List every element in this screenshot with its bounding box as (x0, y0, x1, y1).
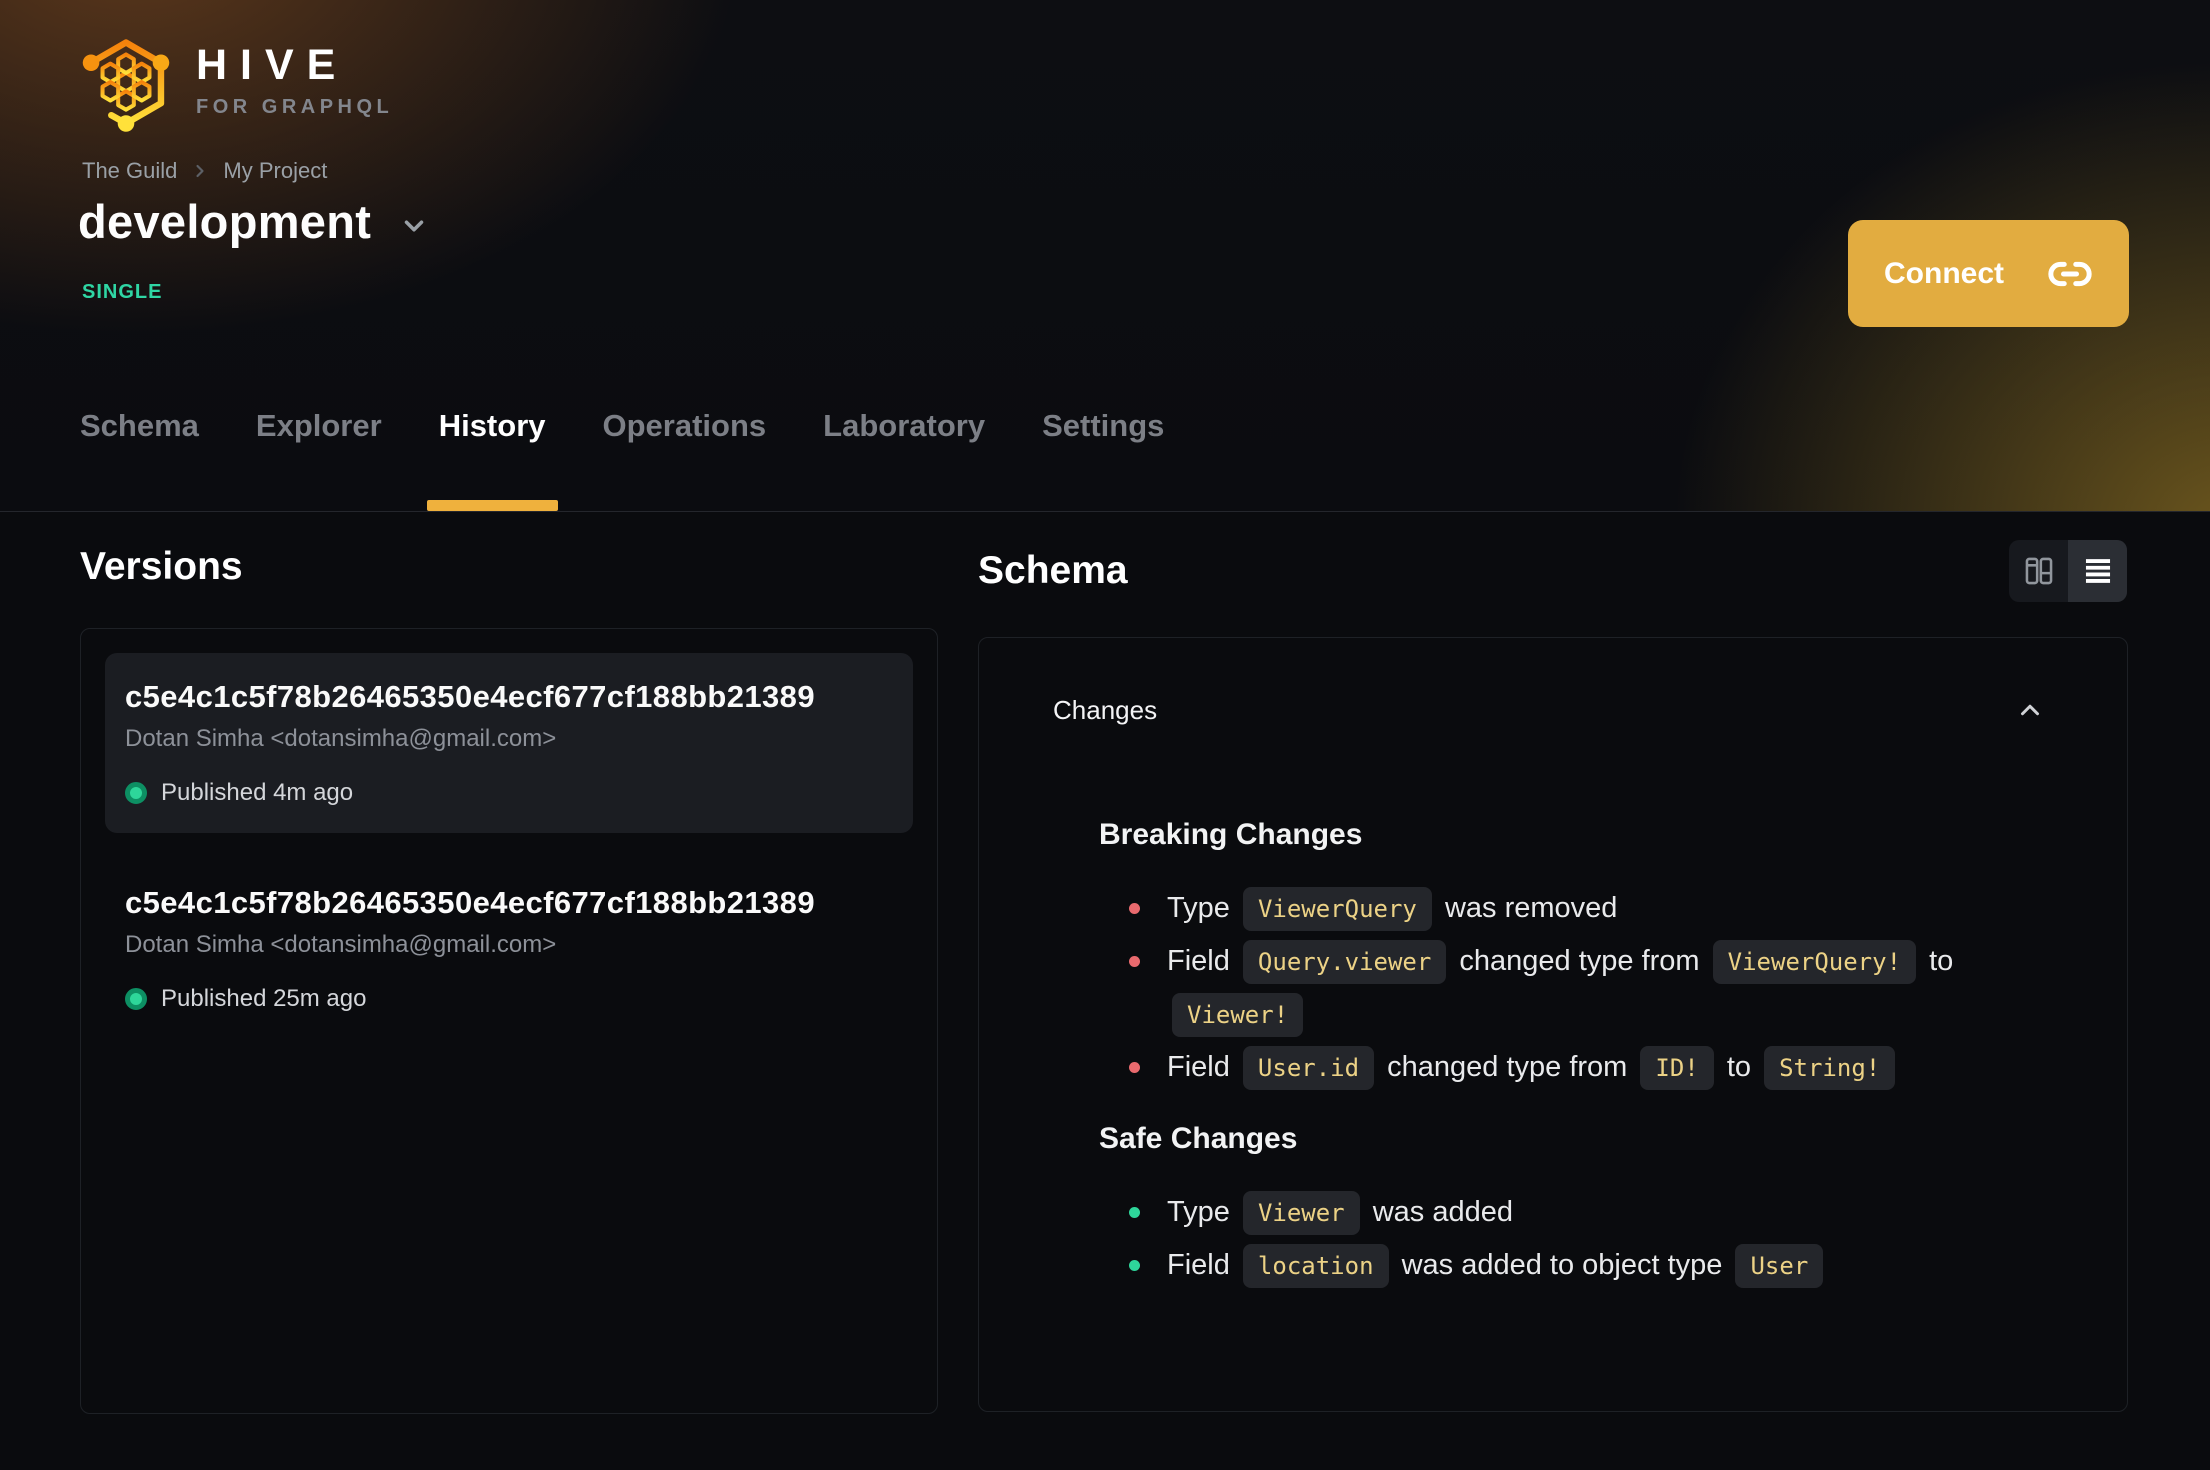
version-status: Published 4m ago (125, 779, 893, 807)
hive-logo[interactable]: HIVE FOR GRAPHQL (80, 34, 393, 132)
target-mode-badge: SINGLE (82, 281, 163, 303)
chevron-right-icon (190, 161, 210, 181)
code-chip: User.id (1242, 1046, 1375, 1090)
breaking-changes-title: Breaking Changes (1099, 818, 1363, 851)
safe-changes-group: Safe Changes Type Viewer was added Field … (1099, 1118, 2057, 1292)
code-chip: ID! (1640, 1046, 1714, 1090)
version-author: Dotan Simha <dotansimha@gmail.com> (125, 931, 557, 958)
tab-operations[interactable]: Operations (603, 408, 767, 511)
published-text: Published 4m ago (161, 779, 354, 806)
change-item: Field location was added to object type … (1127, 1239, 2007, 1292)
tab-settings[interactable]: Settings (1042, 408, 1164, 511)
versions-list: c5e4c1c5f78b26465350e4ecf677cf188bb21389… (105, 653, 913, 1039)
tab-history[interactable]: History (426, 408, 558, 511)
tabs: Schema Explorer History Operations Laborator… (80, 408, 1164, 511)
breadcrumb-project[interactable]: My Project (223, 158, 327, 184)
change-list: Type ViewerQuery was removed Field Query… (1127, 882, 2007, 1094)
target-selector[interactable]: development (78, 194, 429, 249)
changes-label: Changes (1053, 695, 1158, 725)
published-dot-icon (125, 782, 147, 804)
version-card[interactable]: c5e4c1c5f78b26465350e4ecf677cf188bb21389… (105, 859, 913, 1039)
published-dot-icon (125, 988, 147, 1010)
connect-label: Connect (1884, 256, 2004, 290)
code-chip: Viewer! (1172, 993, 1304, 1037)
version-hash: c5e4c1c5f78b26465350e4ecf677cf188bb21389 (125, 885, 815, 920)
change-item: Field Query.viewer changed type from Vie… (1127, 935, 2007, 1041)
change-item: Type ViewerQuery was removed (1127, 882, 2007, 935)
code-chip: ViewerQuery! (1712, 940, 1917, 984)
main-content: Versions Schema c5e4c1c5f78b26465350e4ec… (0, 513, 2210, 1470)
chevron-up-icon[interactable] (2015, 695, 2045, 725)
breadcrumb: The Guild My Project (82, 158, 327, 184)
version-card[interactable]: c5e4c1c5f78b26465350e4ecf677cf188bb21389… (105, 653, 913, 833)
code-chip: String! (1764, 1046, 1896, 1090)
versions-title: Versions (80, 545, 243, 588)
hive-logo-icon (82, 39, 170, 132)
breadcrumb-org[interactable]: The Guild (82, 158, 177, 184)
breaking-changes-group: Breaking Changes Type ViewerQuery was rem… (1099, 814, 2057, 1094)
list-icon (2081, 554, 2115, 588)
changes-collapsible-header[interactable]: Changes (979, 638, 2127, 728)
chevron-down-icon (399, 211, 429, 241)
code-chip: ViewerQuery (1242, 887, 1432, 931)
code-chip: location (1242, 1244, 1389, 1288)
list-view-button[interactable] (2068, 540, 2127, 602)
version-hash: c5e4c1c5f78b26465350e4ecf677cf188bb21389 (125, 679, 815, 714)
connect-button[interactable]: Connect (1848, 220, 2129, 327)
changes-body: Breaking Changes Type ViewerQuery was rem… (979, 814, 2127, 1292)
change-list: Type Viewer was added Field location was… (1127, 1186, 2007, 1292)
tab-explorer[interactable]: Explorer (256, 408, 382, 511)
safe-changes-title: Safe Changes (1099, 1122, 1298, 1155)
code-chip: User (1735, 1244, 1824, 1288)
header: HIVE FOR GRAPHQL The Guild My Project de… (0, 0, 2210, 512)
code-chip: Query.viewer (1242, 940, 1447, 984)
link-icon (2047, 251, 2093, 297)
schema-view-toggle (2009, 540, 2127, 602)
columns-view-button[interactable] (2009, 540, 2068, 602)
published-text: Published 25m ago (161, 985, 367, 1012)
tab-laboratory[interactable]: Laboratory (823, 408, 985, 511)
change-item: Field User.id changed type from ID! to S… (1127, 1041, 2007, 1094)
versions-panel: c5e4c1c5f78b26465350e4ecf677cf188bb21389… (80, 628, 938, 1414)
schema-title: Schema (978, 549, 1128, 592)
version-status: Published 25m ago (125, 985, 893, 1013)
change-item: Type Viewer was added (1127, 1186, 2007, 1239)
brand-tagline: FOR GRAPHQL (196, 96, 394, 118)
schema-panel: Changes Breaking Changes Type ViewerQuery… (978, 637, 2128, 1412)
code-chip: Viewer (1242, 1191, 1360, 1235)
tab-schema[interactable]: Schema (80, 408, 199, 511)
brand-name: HIVE (196, 41, 349, 89)
page-title: development (78, 195, 372, 248)
version-author: Dotan Simha <dotansimha@gmail.com> (125, 725, 557, 752)
columns-icon (2022, 554, 2056, 588)
